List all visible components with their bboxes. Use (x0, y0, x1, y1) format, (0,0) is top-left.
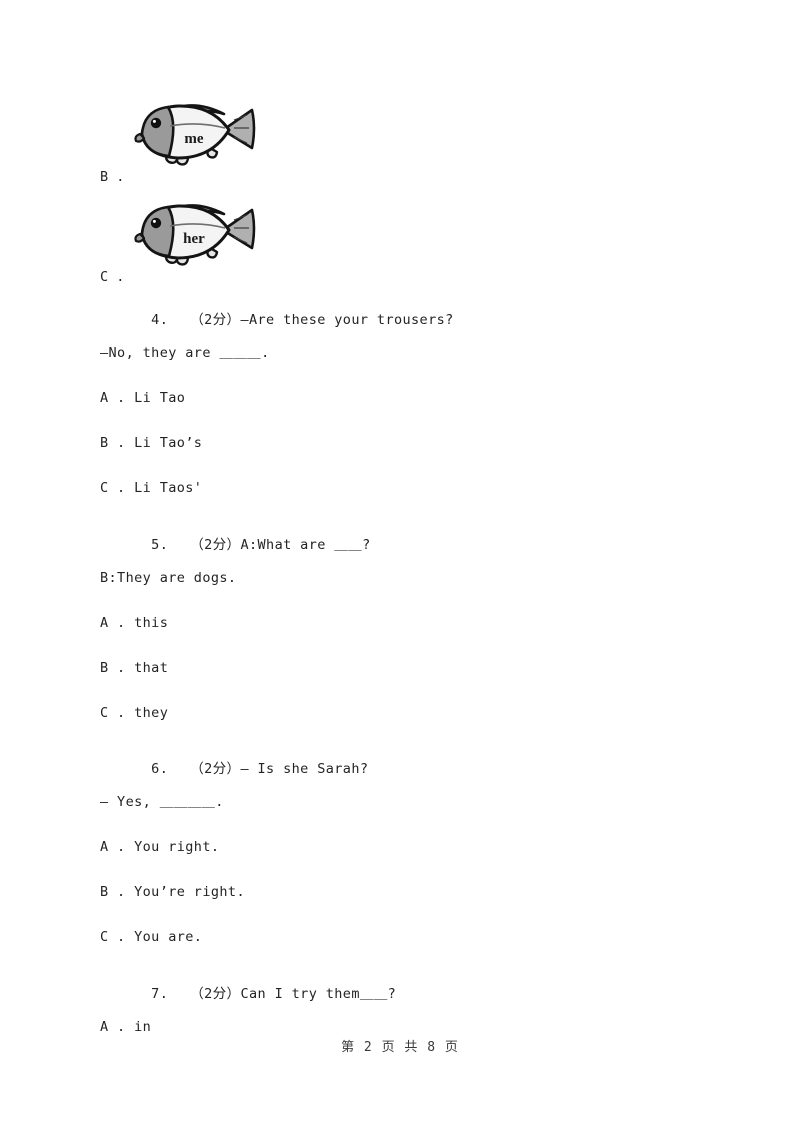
document-page: me B . her C . 4. （2分）—Are these your tr… (0, 0, 800, 1132)
question-6-option-b[interactable]: B . You’re right. (100, 885, 245, 900)
option-c-fish-her[interactable]: her C . (100, 190, 360, 285)
option-letter-c: C . (100, 269, 125, 285)
fish-word-label: her (183, 231, 205, 247)
question-4-number: 4. (151, 311, 169, 328)
question-5-option-b[interactable]: B . that (100, 661, 168, 676)
question-5-option-a[interactable]: A . this (100, 616, 168, 631)
option-letter-b: B . (100, 169, 125, 185)
question-6-option-a[interactable]: A . You right. (100, 840, 219, 855)
question-5-stem: 5. （2分）A:What are ＿＿? (100, 525, 371, 566)
question-5-option-c[interactable]: C . they (100, 706, 168, 721)
question-7-number: 7. (151, 985, 169, 1002)
question-7-points: （2分） (190, 985, 241, 1002)
question-5-number: 5. (151, 536, 169, 553)
question-4-points: （2分） (190, 311, 241, 328)
question-6-stem: 6. （2分）— Is she Sarah? (100, 749, 368, 790)
option-b-fish-me[interactable]: me B . (100, 90, 360, 185)
question-6-points: （2分） (190, 760, 241, 777)
question-7-stem: 7. （2分）Can I try them＿＿? (100, 974, 396, 1015)
fish-word-label: me (184, 131, 203, 147)
question-7-text: Can I try them＿＿? (240, 985, 397, 1002)
question-4-stem: 4. （2分）—Are these your trousers? (100, 300, 454, 341)
question-4-continuation: —No, they are ＿＿＿. (100, 345, 270, 361)
question-6-option-c[interactable]: C . You are. (100, 930, 202, 945)
question-5-text: A:What are ＿＿? (240, 536, 371, 553)
question-5-continuation: B:They are dogs. (100, 570, 237, 586)
fish-illustration-me: me (130, 90, 258, 170)
question-4-text: —Are these your trousers? (240, 311, 454, 328)
question-4-option-b[interactable]: B . Li Tao’s (100, 436, 202, 451)
fish-illustration-her: her (130, 190, 258, 270)
question-6-continuation: — Yes, ＿＿＿＿. (100, 794, 224, 810)
question-6-text: — Is she Sarah? (240, 760, 369, 777)
question-6-number: 6. (151, 760, 169, 777)
question-4-option-a[interactable]: A . Li Tao (100, 391, 185, 406)
question-7-option-a[interactable]: A . in (100, 1020, 151, 1035)
page-footer: 第 2 页 共 8 页 (341, 1040, 459, 1055)
question-4-option-c[interactable]: C . Li Taos' (100, 481, 202, 496)
question-5-points: （2分） (190, 536, 241, 553)
